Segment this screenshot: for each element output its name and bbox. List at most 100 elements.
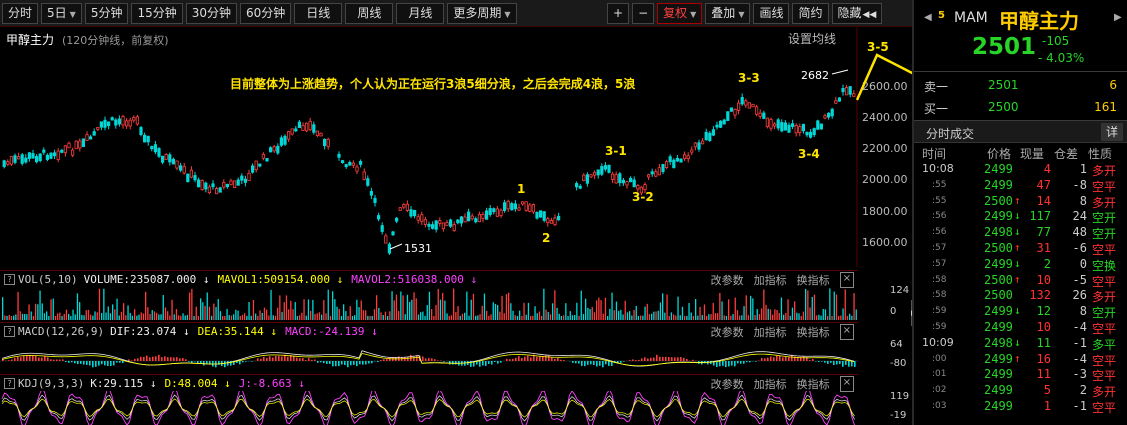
- volume-bar: [637, 315, 640, 320]
- trades-list[interactable]: 10:08 2499 4 1 多开:55 2499 47 -8 空平:55 2500 ↑ 14 8 多开:…: [914, 161, 1127, 415]
- macd-bar: [74, 361, 76, 364]
- candle-body: [16, 156, 21, 160]
- close-icon[interactable]: ×: [839, 376, 854, 392]
- toolbar-button[interactable]: 隐藏◀◀: [831, 3, 883, 24]
- volume-bar: [224, 315, 226, 320]
- volume-bar: [791, 307, 794, 320]
- period-button[interactable]: 周线: [345, 2, 394, 24]
- next-symbol-arrow-icon[interactable]: ▶: [1114, 12, 1122, 23]
- candle-body: [337, 153, 341, 158]
- volume-bar: [499, 311, 501, 320]
- arrow-down-icon: ↓: [1014, 304, 1021, 318]
- volume-bar: [547, 312, 549, 320]
- candle-body: [182, 166, 186, 174]
- volume-bar: [481, 305, 483, 320]
- volume-bar: [123, 303, 125, 320]
- macd-bar: [491, 361, 493, 365]
- macd-bar: [842, 361, 844, 367]
- indicator-toggle-icon[interactable]: ?: [4, 273, 15, 285]
- macd-chart[interactable]: [0, 339, 858, 373]
- period-button[interactable]: 月线: [396, 2, 445, 24]
- volume-bar: [263, 307, 266, 320]
- volume-bar: [343, 304, 345, 320]
- candle-body: [358, 161, 363, 165]
- indicator-action-link[interactable]: 改参数: [711, 376, 744, 392]
- col-price: 价格: [987, 147, 1012, 161]
- period-button[interactable]: 5分钟: [84, 2, 129, 24]
- indicator-action-link[interactable]: 改参数: [711, 324, 744, 340]
- d-line: [1, 398, 855, 418]
- candle-body: [762, 112, 766, 119]
- toolbar-button[interactable]: 简约: [792, 3, 829, 24]
- candle-body: [629, 177, 633, 183]
- volume-bar: [714, 313, 717, 320]
- volume-chart[interactable]: [0, 287, 858, 320]
- toolbar-button[interactable]: 叠加 ▼: [705, 3, 751, 24]
- candle-body: [164, 154, 168, 160]
- volume-bar: [813, 294, 816, 320]
- volume-bar: [851, 315, 853, 320]
- indicator-action-link[interactable]: 换指标: [797, 324, 830, 340]
- volume-bar: [281, 312, 283, 320]
- kdj-chart[interactable]: [0, 391, 858, 425]
- indicator-toggle-icon[interactable]: ?: [4, 377, 15, 389]
- volume-bar: [318, 312, 321, 320]
- candle-body: [701, 140, 705, 145]
- close-icon[interactable]: ×: [839, 324, 854, 340]
- volume-bar: [252, 299, 255, 320]
- trade-row: :59 2499 10 -4 空平: [914, 319, 1127, 336]
- period-button[interactable]: 60分钟: [240, 2, 292, 24]
- indicator-toggle-icon[interactable]: ?: [4, 325, 15, 337]
- macd-bar: [278, 355, 280, 361]
- volume-bar: [274, 315, 277, 320]
- volume-bar: [543, 288, 545, 320]
- candle-body: [405, 203, 410, 211]
- detail-button[interactable]: 详: [1101, 123, 1123, 141]
- toolbar-button[interactable]: −: [632, 3, 655, 24]
- volume-bar: [270, 289, 272, 320]
- indicator-action-link[interactable]: 换指标: [797, 272, 830, 288]
- indicator-action-link[interactable]: 加指标: [754, 272, 787, 288]
- candle-body: [178, 165, 183, 171]
- candle-body: [175, 160, 179, 169]
- candle-body: [798, 126, 802, 133]
- chart-area[interactable]: 甲醇主力 (120分钟线，前复权) 设置均线 目前整体为上涨趋势，个人认为正在运…: [0, 27, 947, 425]
- volume-bar: [675, 315, 677, 320]
- macd-bar: [329, 361, 331, 364]
- indicator-action-link[interactable]: 加指标: [754, 376, 787, 392]
- candle-body: [394, 217, 399, 222]
- indicator-action-link[interactable]: 加指标: [754, 324, 787, 340]
- indicator-action-link[interactable]: 换指标: [797, 376, 830, 392]
- toolbar-button[interactable]: 画线: [753, 3, 790, 24]
- period-button[interactable]: 日线: [294, 2, 343, 24]
- candle-body: [218, 187, 222, 193]
- close-icon[interactable]: ×: [839, 272, 854, 288]
- macd-bar: [443, 361, 445, 362]
- candle-body: [603, 165, 608, 170]
- macd-bar: [482, 361, 484, 366]
- macd-bar: [488, 361, 490, 364]
- candle-body: [423, 219, 428, 225]
- period-button[interactable]: 15分钟: [131, 2, 183, 24]
- candle-body: [611, 173, 615, 180]
- kdj-axis-min: -19: [890, 410, 907, 421]
- period-button[interactable]: 更多周期 ▼: [447, 2, 517, 24]
- prev-symbol-arrow-icon[interactable]: ◀: [924, 12, 932, 23]
- macd-bar: [251, 361, 253, 362]
- macd-bar: [539, 356, 541, 361]
- toolbar-button[interactable]: 复权 ▼: [657, 3, 703, 24]
- volume-bar: [684, 315, 686, 320]
- macd-bar: [506, 358, 508, 361]
- indicator-action-link[interactable]: 改参数: [711, 272, 744, 288]
- candle-body: [643, 184, 647, 191]
- macd-bar: [62, 359, 64, 361]
- trade-price: 2500: [984, 193, 1013, 208]
- toolbar-button[interactable]: +: [607, 3, 630, 24]
- volume-bar: [200, 298, 202, 320]
- trade-time: :57: [932, 258, 947, 269]
- period-button[interactable]: 5日 ▼: [41, 2, 82, 24]
- period-button[interactable]: 30分钟: [185, 2, 238, 24]
- volume-bar: [400, 291, 402, 320]
- period-button[interactable]: 分时: [2, 2, 39, 24]
- candlestick-chart[interactable]: 1531 2682: [0, 27, 912, 267]
